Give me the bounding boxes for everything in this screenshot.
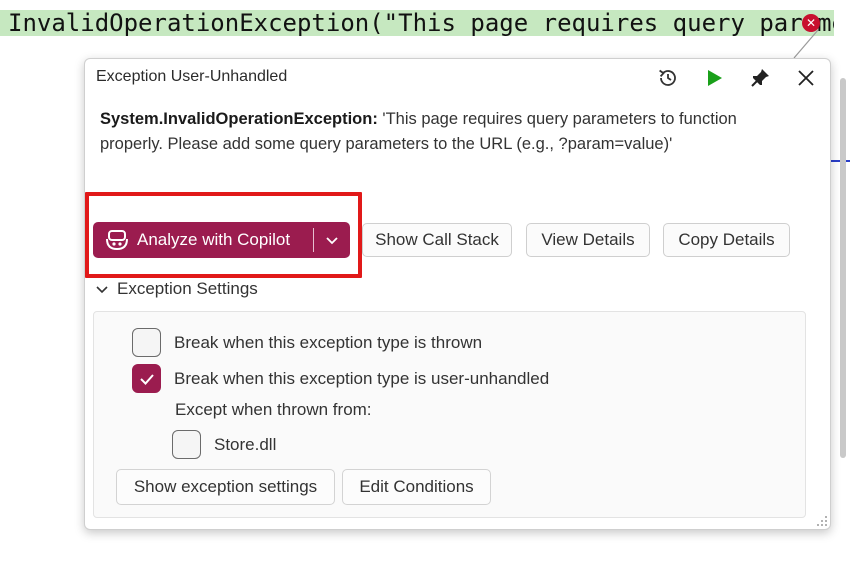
checkbox-store-dll[interactable] xyxy=(172,430,201,459)
show-exception-settings-button[interactable]: Show exception settings xyxy=(116,469,335,505)
copilot-button-label: Analyze with Copilot xyxy=(137,230,291,249)
view-details-button[interactable]: View Details xyxy=(526,223,650,257)
history-icon[interactable] xyxy=(652,65,684,91)
except-when-label: Except when thrown from: xyxy=(175,400,372,419)
vertical-scrollbar[interactable] xyxy=(840,78,846,458)
checkbox-thrown[interactable] xyxy=(132,328,161,357)
option-break-user-unhandled[interactable]: Break when this exception type is user-u… xyxy=(132,364,549,393)
popup-title: Exception User-Unhandled xyxy=(96,68,288,85)
module-store-dll[interactable]: Store.dll xyxy=(172,430,276,459)
copilot-icon xyxy=(106,230,128,251)
option-label: Break when this exception type is user-u… xyxy=(174,368,550,388)
edit-conditions-button[interactable]: Edit Conditions xyxy=(342,469,491,505)
checkbox-user-unhandled[interactable] xyxy=(132,364,161,393)
copy-details-button[interactable]: Copy Details xyxy=(663,223,790,257)
popup-title-icons xyxy=(652,65,822,91)
split-separator xyxy=(313,228,314,252)
exception-settings-label: Exception Settings xyxy=(117,279,258,298)
exception-popup: Exception User-Unhandled System.InvalidO… xyxy=(84,58,831,530)
resize-grip-icon[interactable] xyxy=(814,513,828,527)
exception-message: System.InvalidOperationException: 'This … xyxy=(100,107,800,157)
exception-settings-toggle[interactable]: Exception Settings xyxy=(95,279,258,299)
analyze-with-copilot-button[interactable]: Analyze with Copilot xyxy=(93,222,350,258)
chevron-down-icon[interactable] xyxy=(323,231,341,249)
popup-leader-line xyxy=(793,29,819,59)
module-label: Store.dll xyxy=(214,434,277,454)
continue-icon[interactable] xyxy=(698,65,730,91)
option-break-thrown[interactable]: Break when this exception type is thrown xyxy=(132,328,482,357)
option-label: Break when this exception type is thrown xyxy=(174,332,483,352)
close-icon[interactable] xyxy=(790,65,822,91)
exception-settings-panel: Break when this exception type is thrown… xyxy=(93,311,806,518)
exception-type: System.InvalidOperationException: xyxy=(100,110,378,128)
show-call-stack-button[interactable]: Show Call Stack xyxy=(362,223,512,257)
checkmark-icon xyxy=(139,373,154,385)
code-line-highlighted: InvalidOperationException("This page req… xyxy=(0,10,834,36)
chevron-down-icon xyxy=(96,286,108,294)
pin-icon[interactable] xyxy=(744,65,776,91)
